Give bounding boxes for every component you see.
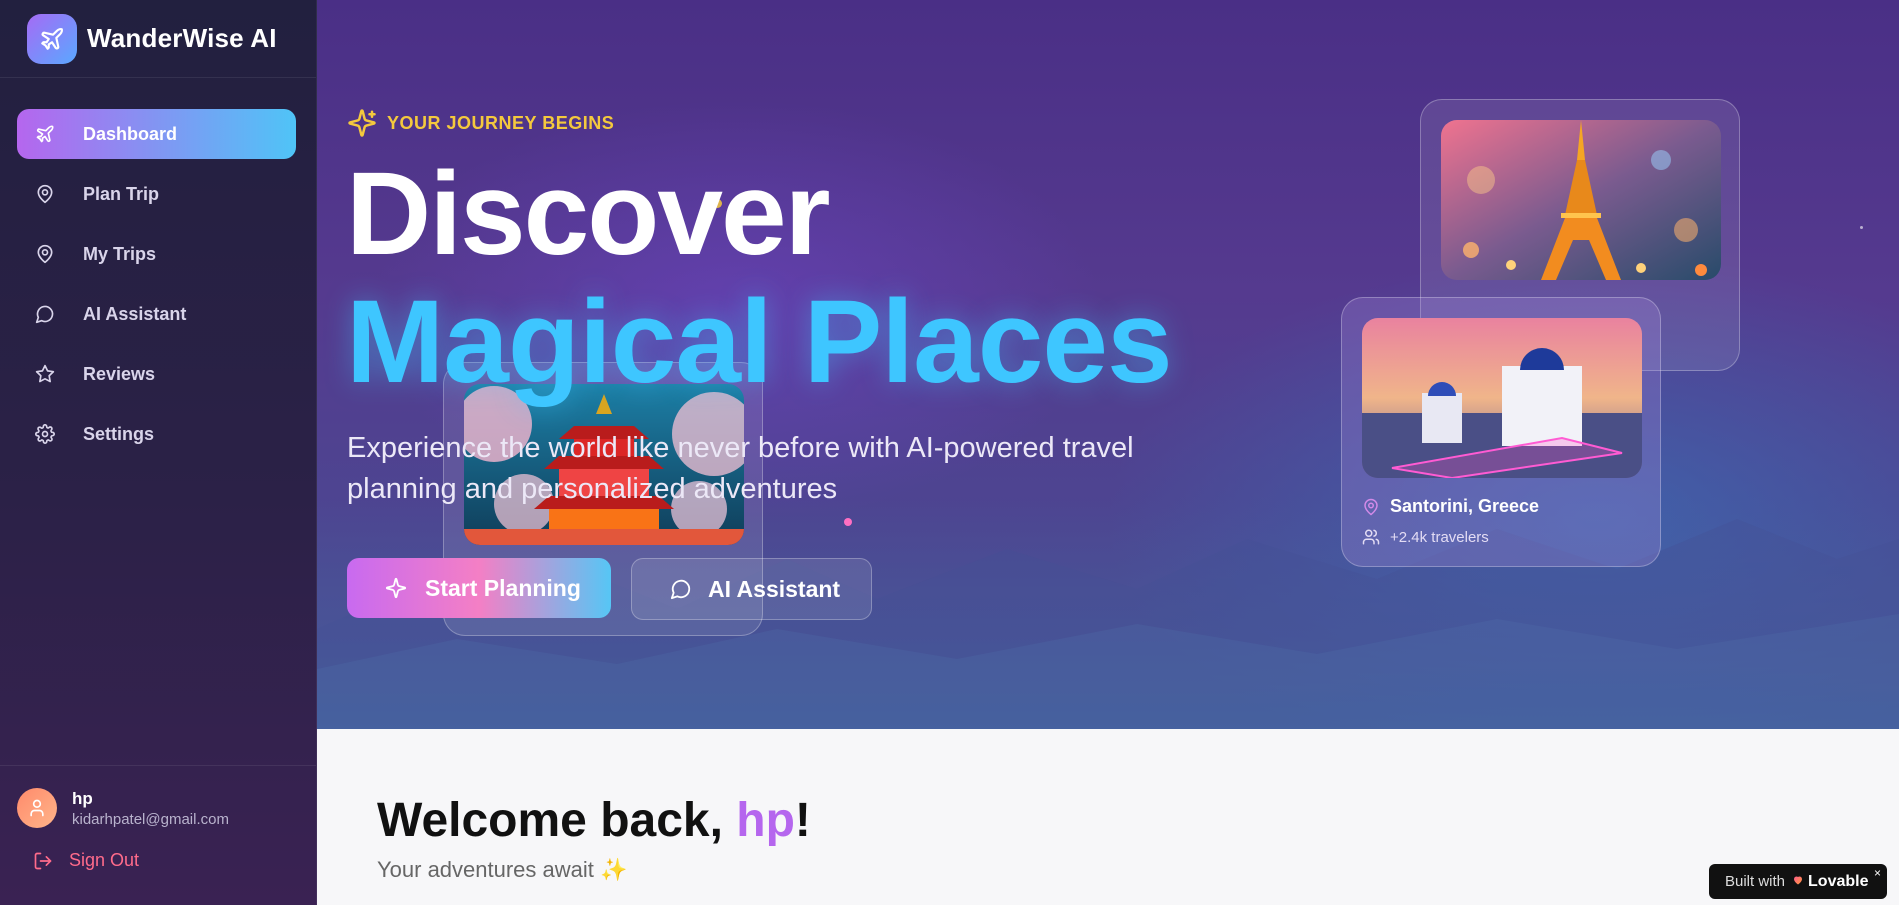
brand[interactable]: WanderWise AI (0, 0, 316, 78)
welcome-suffix: ! (794, 794, 811, 847)
sidebar-item-dashboard[interactable]: Dashboard (17, 109, 296, 159)
travelers-label: +2.4k travelers (1390, 528, 1489, 546)
sparkle-dot (844, 518, 852, 526)
users-icon (1362, 529, 1380, 545)
sidebar-item-label: Plan Trip (83, 183, 160, 204)
sidebar-item-label: Dashboard (83, 123, 178, 144)
sparkles-icon (385, 577, 407, 599)
hero-section: YOUR JOURNEY BEGINS Discover Magical Pla… (317, 0, 1899, 729)
paris-photo (1441, 120, 1721, 280)
card-location: Santorini, Greece (1362, 496, 1539, 517)
sidebar-item-plan-trip[interactable]: Plan Trip (17, 169, 296, 219)
lovable-heart-icon (1792, 873, 1804, 890)
ai-assistant-label: AI Assistant (708, 575, 841, 602)
sign-out-button[interactable]: Sign Out (0, 828, 316, 871)
close-icon[interactable]: × (1874, 866, 1881, 880)
sidebar-item-label: Settings (83, 423, 155, 444)
user-icon (30, 799, 44, 817)
sidebar-nav: Dashboard Plan Trip My Trips AI Assistan… (0, 78, 316, 459)
app-name: WanderWise AI (87, 23, 277, 53)
star-icon (35, 364, 55, 384)
gear-icon (35, 424, 55, 444)
user-name: hp (72, 788, 93, 808)
santorini-photo (1362, 318, 1642, 478)
sidebar-item-my-trips[interactable]: My Trips (17, 229, 296, 279)
user-profile[interactable]: hp kidarhpatel@gmail.com (0, 766, 316, 828)
sidebar: WanderWise AI Dashboard Plan Trip My Tri… (0, 0, 317, 905)
sparkle-dot (1860, 226, 1863, 229)
plane-icon (27, 13, 77, 64)
sidebar-item-reviews[interactable]: Reviews (17, 349, 296, 399)
sidebar-item-label: My Trips (83, 243, 157, 264)
ai-assistant-button[interactable]: AI Assistant (631, 558, 872, 620)
log-out-icon (34, 852, 52, 869)
welcome-subtitle: Your adventures await ✨ (377, 857, 628, 882)
hero-subtitle: Experience the world like never before w… (347, 432, 1134, 505)
user-email: kidarhpatel@gmail.com (72, 810, 229, 828)
headline-line-2: Magical Places (346, 276, 1173, 408)
card-travelers: +2.4k travelers (1362, 528, 1489, 546)
sidebar-item-label: AI Assistant (83, 303, 187, 324)
plane-icon (35, 124, 55, 144)
start-planning-button[interactable]: Start Planning (347, 558, 611, 618)
welcome-title: Welcome back, hp! (377, 793, 811, 848)
headline-line-1: Discover (346, 148, 831, 280)
avatar (17, 788, 57, 828)
welcome-user-name: hp (736, 794, 795, 847)
sparkles-icon (348, 109, 376, 137)
sidebar-footer: hp kidarhpatel@gmail.com Sign Out (0, 765, 316, 905)
sidebar-item-label: Reviews (83, 363, 156, 384)
sign-out-label: Sign Out (69, 850, 140, 870)
start-planning-label: Start Planning (425, 574, 581, 601)
map-pin-icon (1364, 498, 1378, 515)
destination-card-santorini[interactable]: Santorini, Greece +2.4k travelers (1341, 297, 1661, 567)
map-pin-icon (35, 244, 55, 264)
badge-prefix: Built with (1725, 873, 1786, 890)
chat-bubble-icon (35, 304, 55, 324)
badge-brand: Lovable (1808, 872, 1869, 890)
built-with-badge[interactable]: Built with Lovable × (1709, 864, 1887, 899)
location-label: Santorini, Greece (1390, 496, 1540, 516)
eyebrow-label: YOUR JOURNEY BEGINS (387, 112, 615, 133)
chat-bubble-icon (670, 579, 691, 600)
sidebar-item-settings[interactable]: Settings (17, 409, 296, 459)
map-pin-icon (35, 184, 55, 204)
eyebrow: YOUR JOURNEY BEGINS (347, 108, 614, 138)
welcome-prefix: Welcome back, (377, 794, 737, 847)
welcome-section: Welcome back, hp! Your adventures await … (317, 729, 1899, 905)
sidebar-item-ai-assistant[interactable]: AI Assistant (17, 289, 296, 339)
